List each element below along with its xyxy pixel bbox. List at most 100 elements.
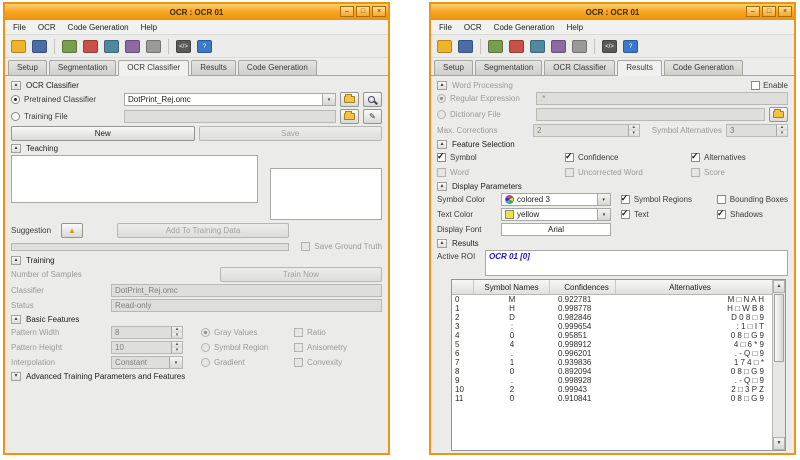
suggestion-apply-button[interactable]: ▲ [61, 223, 83, 238]
training-file-radio[interactable] [11, 112, 20, 121]
image-acquisition-icon[interactable] [486, 37, 505, 56]
collapse-icon[interactable]: ▴ [11, 315, 21, 324]
collapse-icon[interactable]: ▴ [437, 81, 447, 90]
vertical-scrollbar[interactable]: ▲ ▼ [772, 280, 785, 450]
menu-file[interactable]: File [433, 22, 458, 33]
code-generation-icon[interactable]: </> [174, 37, 193, 56]
classifier-icon[interactable] [549, 37, 568, 56]
menu-help[interactable]: Help [135, 22, 163, 33]
pretrained-classifier-radio[interactable] [11, 95, 20, 104]
table-row[interactable]: 400.958510 8 □ G 9 [452, 331, 772, 340]
tab-setup[interactable]: Setup [434, 60, 473, 75]
table-row[interactable]: 3:0.999654: 1 □ I T [452, 322, 772, 331]
image-acquisition-icon[interactable] [60, 37, 79, 56]
tab-segmentation[interactable]: Segmentation [475, 60, 542, 75]
enable-word-processing-checkbox[interactable] [751, 81, 760, 90]
scrollbar-track[interactable] [773, 363, 785, 437]
new-classifier-button[interactable]: New [11, 126, 195, 141]
tab-results[interactable]: Results [191, 60, 236, 75]
scroll-up-icon[interactable]: ▲ [773, 280, 785, 293]
menu-code-generation[interactable]: Code Generation [488, 22, 561, 33]
tab-setup[interactable]: Setup [8, 60, 47, 75]
edit-training-file-button[interactable]: ✎ [363, 109, 382, 124]
alternatives-checkbox[interactable]: ✓ [691, 153, 700, 162]
browse-dictionary-button[interactable] [769, 107, 788, 122]
collapse-icon[interactable]: ▴ [11, 144, 21, 153]
browse-training-file-button[interactable] [340, 109, 359, 124]
expand-icon[interactable]: ▾ [11, 372, 21, 381]
table-row[interactable]: 1H0.998778H □ W B 8 [452, 304, 772, 313]
segmentation-icon[interactable] [528, 37, 547, 56]
table-row[interactable]: 2D0.982846D 0 8 □ 9 [452, 313, 772, 322]
close-icon[interactable]: × [778, 6, 792, 17]
results-icon[interactable] [144, 37, 163, 56]
minimize-icon[interactable]: – [746, 6, 760, 17]
segmentation-icon[interactable] [102, 37, 121, 56]
collapse-icon[interactable]: ▴ [437, 140, 447, 149]
symbol-names-header[interactable]: Symbol Names [474, 280, 550, 294]
menu-file[interactable]: File [7, 22, 32, 33]
titlebar[interactable]: OCR : OCR 01 – □ × [5, 4, 388, 20]
inspect-classifier-button[interactable] [363, 92, 382, 107]
roi-icon[interactable] [507, 37, 526, 56]
tab-ocr-classifier[interactable]: OCR Classifier [544, 60, 615, 75]
open-file-icon[interactable] [435, 37, 454, 56]
help-icon[interactable]: ? [621, 37, 640, 56]
chevron-down-icon[interactable]: ▾ [597, 209, 610, 220]
chevron-down-icon[interactable]: ▾ [322, 94, 335, 105]
results-icon[interactable] [570, 37, 589, 56]
collapse-icon[interactable]: ▴ [11, 81, 21, 90]
shadows-checkbox[interactable]: ✓ [717, 210, 726, 219]
bounding-boxes-checkbox[interactable] [717, 195, 726, 204]
tab-code-generation[interactable]: Code Generation [238, 60, 317, 75]
collapse-icon[interactable]: ▴ [437, 239, 447, 248]
maximize-icon[interactable]: □ [356, 6, 370, 17]
tab-results[interactable]: Results [617, 60, 662, 76]
active-roi-item[interactable]: OCR 01 [0] [489, 252, 530, 261]
confidence-checkbox[interactable]: ✓ [565, 153, 574, 162]
table-row[interactable]: 6.0.996201. - Q □ 9 [452, 349, 772, 358]
table-row[interactable]: 1100.9108410 8 □ G 9 [452, 394, 772, 403]
table-row[interactable]: 710.9398361 7 4 □ * [452, 358, 772, 367]
maximize-icon[interactable]: □ [762, 6, 776, 17]
symbol-checkbox[interactable]: ✓ [437, 153, 446, 162]
tab-ocr-classifier[interactable]: OCR Classifier [118, 60, 189, 76]
symbol-regions-checkbox[interactable]: ✓ [621, 195, 630, 204]
confidences-header[interactable]: Confidences [550, 280, 616, 294]
save-icon[interactable] [30, 37, 49, 56]
active-roi-list[interactable]: OCR 01 [0] [485, 250, 788, 276]
scrollbar-thumb[interactable] [774, 294, 784, 362]
row-index-header[interactable] [452, 280, 474, 294]
scroll-down-icon[interactable]: ▼ [773, 437, 785, 450]
menu-ocr[interactable]: OCR [458, 22, 488, 33]
collapse-icon[interactable]: ▴ [437, 182, 447, 191]
table-row[interactable]: 0M0.922781M □ N A H [452, 295, 772, 304]
table-row[interactable]: 1020.999432 □ 3 P Z [452, 385, 772, 394]
display-font-button[interactable]: Arial [501, 223, 611, 236]
table-row[interactable]: 800.8920940 8 □ G 9 [452, 367, 772, 376]
collapse-icon[interactable]: ▴ [11, 256, 21, 265]
menu-help[interactable]: Help [561, 22, 589, 33]
pretrained-classifier-select[interactable]: DotPrint_Rej.omc ▾ [124, 93, 336, 106]
tab-segmentation[interactable]: Segmentation [49, 60, 116, 75]
alternatives-header[interactable]: Alternatives [616, 280, 772, 294]
teaching-sample-list[interactable] [11, 155, 258, 203]
table-row[interactable]: 9.0.998928. - Q □ 9 [452, 376, 772, 385]
chevron-down-icon[interactable]: ▾ [597, 194, 610, 205]
minimize-icon[interactable]: – [340, 6, 354, 17]
code-generation-icon[interactable]: </> [600, 37, 619, 56]
symbol-color-select[interactable]: colored 3 ▾ [501, 193, 611, 206]
tab-code-generation[interactable]: Code Generation [664, 60, 743, 75]
menu-code-generation[interactable]: Code Generation [62, 22, 135, 33]
help-icon[interactable]: ? [195, 37, 214, 56]
menu-ocr[interactable]: OCR [32, 22, 62, 33]
classifier-icon[interactable] [123, 37, 142, 56]
titlebar[interactable]: OCR : OCR 01 – □ × [431, 4, 794, 20]
text-color-select[interactable]: yellow ▾ [501, 208, 611, 221]
close-icon[interactable]: × [372, 6, 386, 17]
table-row[interactable]: 540.9989124 □ 6 * 9 [452, 340, 772, 349]
open-file-icon[interactable] [9, 37, 28, 56]
roi-icon[interactable] [81, 37, 100, 56]
text-checkbox[interactable]: ✓ [621, 210, 630, 219]
save-icon[interactable] [456, 37, 475, 56]
